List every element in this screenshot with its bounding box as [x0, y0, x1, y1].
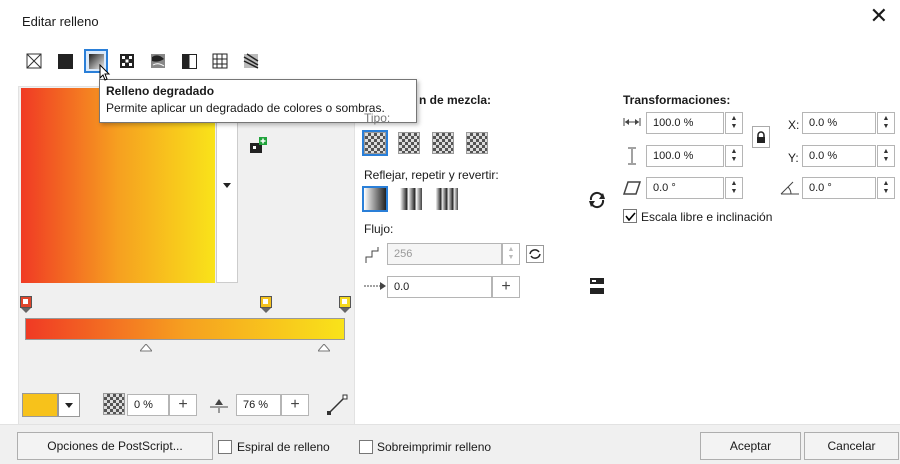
steps-input[interactable]: 256 — [387, 243, 502, 265]
edit-fill-dialog: Editar relleno ✕ 0 % + 76 % + Relleno de… — [0, 0, 900, 464]
node-position-add-icon[interactable]: + — [281, 394, 309, 416]
node-position-input[interactable]: 76 % — [236, 394, 281, 416]
repeat-icon[interactable] — [436, 188, 458, 210]
smooth-transition-icon[interactable] — [588, 276, 606, 301]
transparency-add-icon[interactable]: + — [169, 394, 197, 416]
x-input[interactable]: 0.0 % — [802, 112, 876, 134]
node-position-icon — [208, 395, 230, 418]
steps-icon — [364, 245, 384, 268]
type-label: Tipo: — [364, 111, 391, 125]
default-fill-icon[interactable] — [362, 186, 388, 212]
width-spinner[interactable]: ▲ ▼ — [725, 112, 743, 134]
blend-header: n de mezcla: — [419, 93, 492, 107]
reverse-icon[interactable] — [588, 191, 606, 212]
transparency-input[interactable]: 0 % — [127, 394, 169, 416]
check-icon — [624, 211, 636, 221]
rotate-spinner[interactable]: ▲ ▼ — [877, 177, 895, 199]
height-input[interactable]: 100.0 % — [646, 145, 724, 167]
vector-pattern-icon[interactable] — [117, 51, 137, 71]
overprint-fill-label: Sobreimprimir relleno — [377, 440, 492, 454]
rotate-input[interactable]: 0.0 ° — [802, 177, 876, 199]
width-input[interactable]: 100.0 % — [646, 112, 724, 134]
y-spinner[interactable]: ▲ ▼ — [877, 145, 895, 167]
fill-type-toolbar — [24, 49, 261, 73]
free-scale-label: Escala libre e inclinación — [641, 210, 773, 224]
flow-label: Flujo: — [364, 222, 394, 236]
rotate-icon — [779, 177, 801, 200]
spiral-fill-checkbox[interactable] — [218, 440, 232, 454]
mirror-label: Reflejar, repetir y revertir: — [364, 168, 499, 182]
cancel-button[interactable]: Cancelar — [804, 432, 899, 460]
chevron-down-icon — [223, 183, 231, 188]
skew-input[interactable]: 0.0 ° — [646, 177, 724, 199]
acceleration-add-icon[interactable]: + — [492, 276, 520, 298]
conical-gradient-type-icon[interactable] — [432, 132, 454, 154]
x-label: X: — [788, 118, 800, 132]
steps-spinner[interactable]: ▲ ▼ — [502, 243, 520, 265]
spiral-fill-label: Espiral de relleno — [237, 440, 330, 454]
uniform-fill-icon[interactable] — [55, 51, 75, 71]
color-node-end[interactable] — [339, 296, 351, 317]
cursor-icon — [99, 63, 111, 85]
no-fill-icon[interactable] — [24, 51, 44, 71]
chevron-down-icon — [65, 402, 73, 408]
overprint-fill-checkbox[interactable] — [359, 440, 373, 454]
lock-steps-icon[interactable] — [526, 245, 544, 266]
accept-button[interactable]: Aceptar — [700, 432, 801, 460]
free-scale-checkbox[interactable] — [623, 209, 637, 223]
width-icon — [623, 116, 641, 131]
repeat-mirror-icon[interactable] — [400, 188, 422, 210]
height-icon — [626, 147, 638, 168]
two-color-pattern-icon[interactable] — [179, 51, 199, 71]
tooltip-title: Relleno degradado — [106, 84, 215, 98]
texture-fill-icon[interactable] — [210, 51, 230, 71]
midpoint-marker[interactable] — [138, 341, 154, 355]
node-color-swatch[interactable] — [22, 393, 58, 417]
node-edit-icon[interactable] — [325, 393, 349, 420]
color-node-start[interactable] — [20, 296, 32, 317]
y-input[interactable]: 0.0 % — [802, 145, 876, 167]
close-icon[interactable]: ✕ — [870, 4, 888, 28]
blend-type-group — [362, 130, 488, 156]
x-spinner[interactable]: ▲ ▼ — [877, 112, 895, 134]
acceleration-input[interactable]: 0.0 — [387, 276, 492, 298]
postscript-options-button[interactable]: Opciones de PostScript... — [17, 432, 213, 460]
lock-ratio-icon[interactable] — [752, 126, 770, 148]
linear-gradient-type-icon[interactable] — [362, 130, 388, 156]
bitmap-pattern-icon[interactable] — [148, 51, 168, 71]
height-spinner[interactable]: ▲ ▼ — [725, 145, 743, 167]
mirror-group — [362, 186, 458, 212]
transparency-icon — [103, 393, 125, 415]
add-to-library-icon[interactable] — [248, 136, 268, 159]
acceleration-icon — [364, 280, 386, 294]
gradient-ramp[interactable] — [25, 318, 345, 340]
postscript-fill-icon[interactable] — [241, 51, 261, 71]
skew-spinner[interactable]: ▲ ▼ — [725, 177, 743, 199]
elliptical-gradient-type-icon[interactable] — [398, 132, 420, 154]
rectangular-gradient-type-icon[interactable] — [466, 132, 488, 154]
skew-icon — [622, 180, 642, 199]
window-title: Editar relleno — [22, 14, 99, 29]
y-label: Y: — [788, 151, 799, 165]
color-node-mid[interactable] — [260, 296, 272, 317]
midpoint-marker[interactable] — [316, 341, 332, 355]
transform-header: Transformaciones: — [623, 93, 731, 107]
node-color-dropdown[interactable] — [58, 393, 80, 417]
